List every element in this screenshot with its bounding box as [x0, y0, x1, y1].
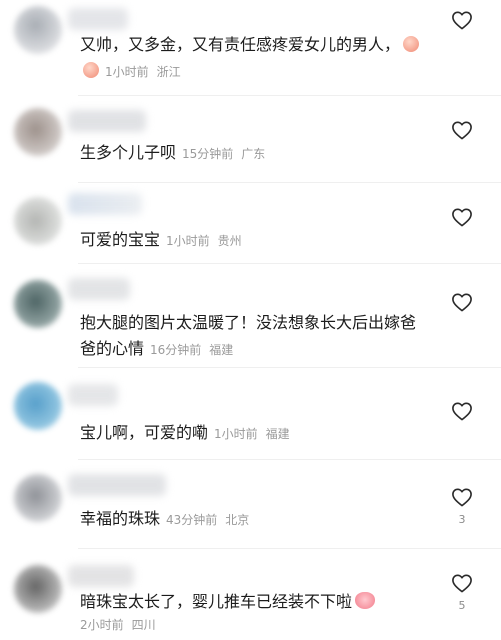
- comment-meta: 2小时前 四川: [80, 618, 156, 632]
- comment-text[interactable]: 幸福的珠珠 43分钟前 北京: [80, 506, 425, 533]
- username-blurred[interactable]: [68, 278, 130, 300]
- comment-time: 1小时前: [166, 234, 210, 248]
- comment-item: 抱大腿的图片太温暖了！没法想象长大后出嫁爸爸的心情 16分钟前 福建: [0, 264, 501, 367]
- comment-item: 可爱的宝宝 1小时前 贵州: [0, 183, 501, 263]
- like-button[interactable]: 5: [449, 573, 475, 612]
- username-blurred[interactable]: [68, 8, 128, 30]
- comment-body: 又帅，又多金，又有责任感疼爱女儿的男人，: [80, 35, 401, 54]
- comment-item: 宝儿啊，可爱的嘞 1小时前 福建: [0, 368, 501, 459]
- like-button[interactable]: [449, 120, 475, 146]
- heart-outline-icon: [452, 121, 472, 140]
- comment-body: 幸福的珠珠: [80, 509, 161, 528]
- comment-time: 43分钟前: [166, 513, 218, 527]
- comment-item: 暗珠宝太长了，婴儿推车已经装不下啦 2小时前 四川 5: [0, 549, 501, 640]
- comment-location: 浙江: [156, 65, 181, 79]
- comment-text[interactable]: 暗珠宝太长了，婴儿推车已经装不下啦 2小时前 四川: [80, 591, 425, 636]
- comment-text[interactable]: 又帅，又多金，又有责任感疼爱女儿的男人， 1小时前 浙江: [80, 32, 425, 85]
- comment-location: 福建: [209, 343, 234, 357]
- comment-text[interactable]: 宝儿啊，可爱的嘞 1小时前 福建: [80, 420, 425, 447]
- comment-body: 生多个儿子呗: [80, 143, 177, 162]
- comment-time: 2小时前: [80, 618, 124, 632]
- pig-emoji: [355, 592, 376, 609]
- avatar[interactable]: [14, 382, 62, 430]
- comment-text[interactable]: 可爱的宝宝 1小时前 贵州: [80, 227, 425, 254]
- avatar[interactable]: [14, 565, 62, 613]
- heart-outline-icon: [452, 402, 472, 421]
- comment-location: 四川: [131, 618, 156, 632]
- peach-emoji: [403, 36, 420, 52]
- comment-meta: 1小时前 贵州: [166, 234, 242, 248]
- comment-meta: 16分钟前 福建: [150, 343, 233, 357]
- heart-outline-icon: [452, 208, 472, 227]
- username-blurred[interactable]: [68, 565, 134, 587]
- comment-body: 宝儿啊，可爱的嘞: [80, 423, 209, 442]
- username-blurred[interactable]: [68, 474, 166, 496]
- comment-location: 福建: [265, 427, 290, 441]
- like-count: 3: [458, 513, 466, 526]
- comment-item: 幸福的珠珠 43分钟前 北京 3: [0, 460, 501, 548]
- comment-item: 又帅，又多金，又有责任感疼爱女儿的男人， 1小时前 浙江: [0, 0, 501, 95]
- comment-text[interactable]: 抱大腿的图片太温暖了！没法想象长大后出嫁爸爸的心情 16分钟前 福建: [80, 310, 425, 363]
- avatar[interactable]: [14, 280, 62, 328]
- heart-outline-icon: [452, 574, 472, 593]
- username-blurred[interactable]: [68, 110, 146, 132]
- like-count: 5: [458, 599, 466, 612]
- comment-time: 15分钟前: [182, 147, 234, 161]
- avatar[interactable]: [14, 474, 62, 522]
- comment-location: 北京: [225, 513, 250, 527]
- comment-meta: 15分钟前 广东: [182, 147, 265, 161]
- like-button[interactable]: [449, 207, 475, 233]
- comment-location: 广东: [241, 147, 266, 161]
- avatar[interactable]: [14, 108, 62, 156]
- comment-text[interactable]: 生多个儿子呗 15分钟前 广东: [80, 140, 425, 167]
- comment-location: 贵州: [217, 234, 242, 248]
- comment-meta: 43分钟前 北京: [166, 513, 249, 527]
- comment-meta: 1小时前 福建: [214, 427, 290, 441]
- like-button[interactable]: [449, 292, 475, 318]
- username-blurred[interactable]: [68, 193, 142, 215]
- comment-item: 生多个儿子呗 15分钟前 广东: [0, 96, 501, 182]
- comment-time: 1小时前: [105, 65, 149, 79]
- heart-outline-icon: [452, 488, 472, 507]
- avatar[interactable]: [14, 197, 62, 245]
- heart-outline-icon: [452, 11, 472, 30]
- comment-body: 可爱的宝宝: [80, 230, 161, 249]
- comment-time: 16分钟前: [150, 343, 202, 357]
- heart-outline-icon: [452, 293, 472, 312]
- like-button[interactable]: 3: [449, 487, 475, 526]
- comment-meta: 1小时前 浙江: [105, 65, 181, 79]
- like-button[interactable]: [449, 10, 475, 36]
- comment-body: 抱大腿的图片太温暖了！没法想象长大后出嫁爸爸的心情: [80, 313, 417, 358]
- comment-time: 1小时前: [214, 427, 258, 441]
- avatar[interactable]: [14, 6, 62, 54]
- peach-emoji: [83, 62, 99, 78]
- comment-body: 暗珠宝太长了，婴儿推车已经装不下啦: [80, 592, 353, 611]
- like-button[interactable]: [449, 401, 475, 427]
- comment-list: 又帅，又多金，又有责任感疼爱女儿的男人，1小时前 浙江 生多个儿子呗 15分钟前 广东…: [0, 0, 501, 640]
- username-blurred[interactable]: [68, 384, 118, 406]
